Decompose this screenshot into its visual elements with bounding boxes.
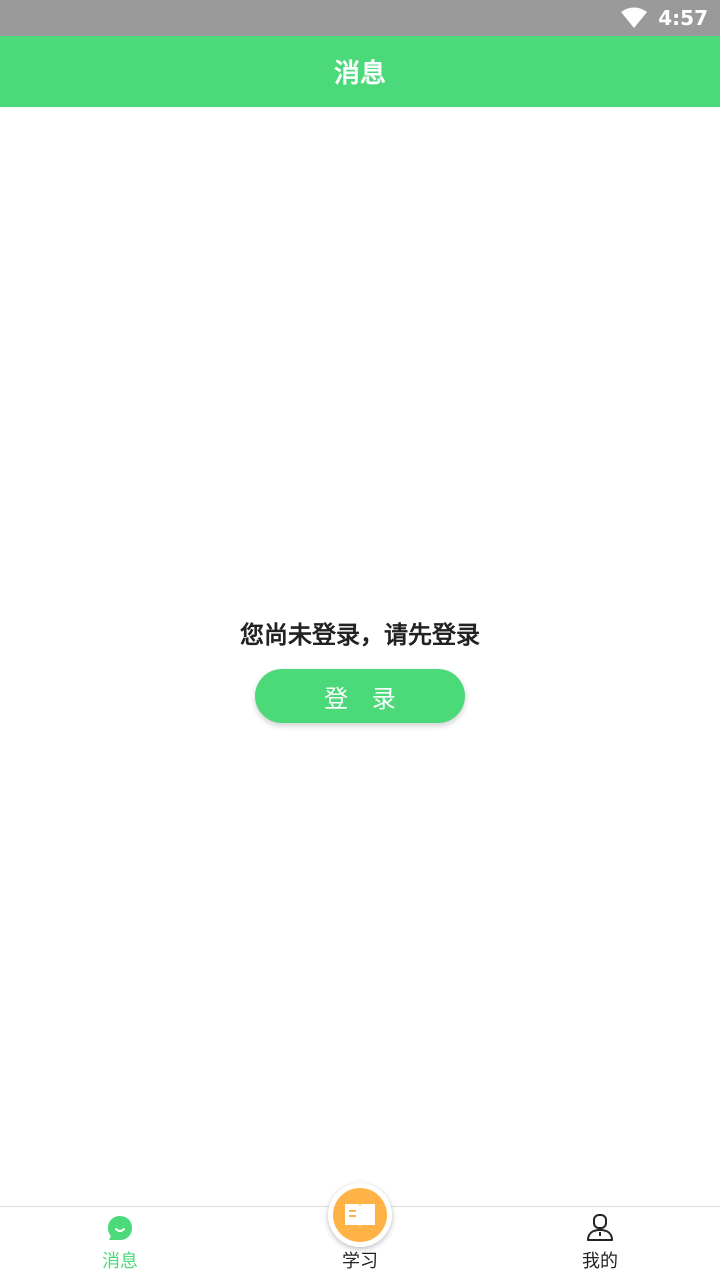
status-bar: 4:57 [0,0,720,36]
message-content: 您尚未登录，请先登录 登 录 [0,107,720,1206]
tab-mine[interactable]: 我的 [480,1207,720,1281]
person-icon [587,1214,613,1241]
login-button[interactable]: 登 录 [255,669,465,723]
tab-label: 消息 [102,1251,138,1272]
message-icon [108,1216,132,1240]
wifi-icon [621,7,648,28]
tab-label: 学习 [342,1251,378,1272]
tab-label: 我的 [582,1251,618,1272]
study-button-inner [333,1188,387,1242]
app-bar: 消息 [0,36,720,107]
tab-messages[interactable]: 消息 [0,1207,240,1281]
page-title: 消息 [333,59,386,89]
book-icon [345,1204,375,1227]
status-time: 4:57 [658,6,708,30]
login-prompt: 您尚未登录，请先登录 [240,621,480,649]
study-button[interactable] [328,1183,392,1247]
